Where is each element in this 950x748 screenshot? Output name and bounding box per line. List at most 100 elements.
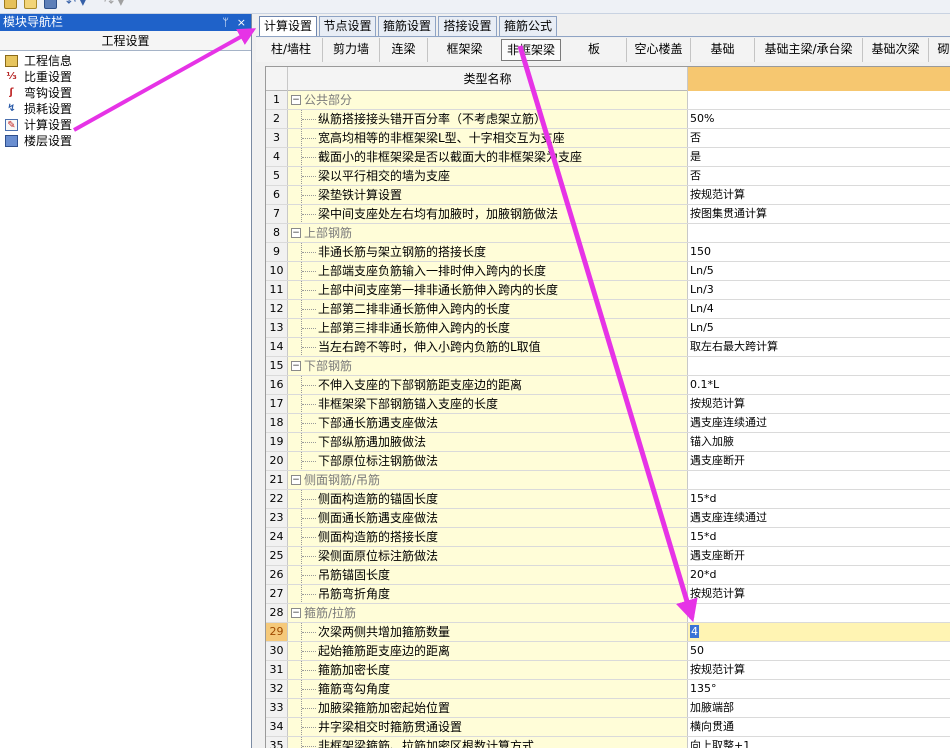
row-value-cell[interactable]: Ln/5 <box>688 262 950 280</box>
table-row[interactable]: 27 吊筋弯折角度 按规范计算 <box>266 585 950 604</box>
row-value-cell[interactable] <box>688 91 950 109</box>
table-row[interactable]: 2 纵筋搭接接头错开百分率（不考虑架立筋） 50% <box>266 110 950 129</box>
row-value-cell[interactable]: 50% <box>688 110 950 128</box>
row-value-cell[interactable]: 横向贯通 <box>688 718 950 736</box>
table-row[interactable]: 16 不伸入支座的下部钢筋距支座边的距离 0.1*L <box>266 376 950 395</box>
table-row[interactable]: 32 箍筋弯勾角度 135° <box>266 680 950 699</box>
grid-group-row[interactable]: 8− 上部钢筋 <box>266 224 950 243</box>
row-value-cell[interactable] <box>688 224 950 242</box>
row-value-cell[interactable]: 4 <box>688 623 950 641</box>
table-row[interactable]: 3 宽高均相等的非框架梁L型、十字相交互为支座 否 <box>266 129 950 148</box>
row-value-cell[interactable]: Ln/3 <box>688 281 950 299</box>
collapse-icon[interactable]: − <box>291 95 301 105</box>
close-icon[interactable]: × <box>237 14 246 31</box>
row-value-cell[interactable]: 150 <box>688 243 950 261</box>
table-row[interactable]: 7 梁中间支座处左右均有加腋时，加腋钢筋做法 按图集贯通计算 <box>266 205 950 224</box>
pin-icon[interactable]: ᛘ <box>222 14 229 31</box>
row-value-cell[interactable]: 按规范计算 <box>688 585 950 603</box>
row-value-cell[interactable]: 15*d <box>688 528 950 546</box>
row-value-cell[interactable]: 0.1*L <box>688 376 950 394</box>
table-row[interactable]: 34 井字梁相交时箍筋贯通设置 横向贯通 <box>266 718 950 737</box>
tab-slab[interactable]: 板 <box>562 38 626 62</box>
new-icon[interactable] <box>4 0 17 9</box>
table-row[interactable]: 29 次梁两侧共增加箍筋数量 4 <box>266 623 950 642</box>
row-value-cell[interactable]: 50 <box>688 642 950 660</box>
row-value-cell[interactable] <box>688 471 950 489</box>
grid-group-row[interactable]: 28− 箍筋/拉筋 <box>266 604 950 623</box>
row-value-cell[interactable] <box>688 357 950 375</box>
tab-masonry[interactable]: 砌 <box>928 38 950 62</box>
row-value-cell[interactable]: Ln/5 <box>688 319 950 337</box>
table-row[interactable]: 31 箍筋加密长度 按规范计算 <box>266 661 950 680</box>
table-row[interactable]: 4 截面小的非框架梁是否以截面大的非框架梁为支座 是 <box>266 148 950 167</box>
tab-calc-settings[interactable]: 计算设置 <box>259 16 317 37</box>
save-icon[interactable] <box>44 0 57 9</box>
nav-item-loss[interactable]: ↯ 损耗设置 <box>0 101 251 117</box>
table-row[interactable]: 9 非通长筋与架立钢筋的搭接长度 150 <box>266 243 950 262</box>
redo-icon[interactable]: ↷ ▾ <box>104 0 128 9</box>
table-row[interactable]: 33 加腋梁箍筋加密起始位置 加腋端部 <box>266 699 950 718</box>
table-row[interactable]: 5 梁以平行相交的墙为支座 否 <box>266 167 950 186</box>
row-value-cell[interactable]: 是 <box>688 148 950 166</box>
row-value-cell[interactable]: 加腋端部 <box>688 699 950 717</box>
table-row[interactable]: 26 吊筋锚固长度 20*d <box>266 566 950 585</box>
row-value-cell[interactable]: 遇支座连续通过 <box>688 414 950 432</box>
tab-shear-wall[interactable]: 剪力墙 <box>322 38 379 62</box>
undo-icon[interactable]: ↶ ▾ <box>66 0 90 9</box>
table-row[interactable]: 14 当左右跨不等时，伸入小跨内负筋的L取值 取左右最大跨计算 <box>266 338 950 357</box>
tab-column-wall-column[interactable]: 柱/墙柱 <box>260 38 322 62</box>
tab-foundation[interactable]: 基础 <box>690 38 754 62</box>
collapse-icon[interactable]: − <box>291 475 301 485</box>
table-row[interactable]: 17 非框架梁下部钢筋锚入支座的长度 按规范计算 <box>266 395 950 414</box>
nav-item-floor-settings[interactable]: 楼层设置 <box>0 133 251 149</box>
tab-non-frame-beam[interactable]: 非框架梁 <box>501 39 561 61</box>
row-value-cell[interactable]: 遇支座连续通过 <box>688 509 950 527</box>
grid-group-row[interactable]: 1− 公共部分 <box>266 91 950 110</box>
row-value-cell[interactable]: 15*d <box>688 490 950 508</box>
navigator-group-project-settings[interactable]: 工程设置 <box>0 31 251 51</box>
row-value-cell[interactable]: 20*d <box>688 566 950 584</box>
table-row[interactable]: 19 下部纵筋遇加腋做法 锚入加腋 <box>266 433 950 452</box>
collapse-icon[interactable]: − <box>291 608 301 618</box>
table-row[interactable]: 13 上部第三排非通长筋伸入跨内的长度 Ln/5 <box>266 319 950 338</box>
collapse-icon[interactable]: − <box>291 361 301 371</box>
row-value-cell[interactable]: 遇支座断开 <box>688 452 950 470</box>
row-value-cell[interactable]: 按规范计算 <box>688 186 950 204</box>
table-row[interactable]: 24 侧面构造筋的搭接长度 15*d <box>266 528 950 547</box>
table-row[interactable]: 6 梁垫铁计算设置 按规范计算 <box>266 186 950 205</box>
open-icon[interactable] <box>24 0 37 9</box>
grid-group-row[interactable]: 15− 下部钢筋 <box>266 357 950 376</box>
table-row[interactable]: 30 起始箍筋距支座边的距离 50 <box>266 642 950 661</box>
row-value-cell[interactable]: 向上取整+1 <box>688 737 950 748</box>
tab-stirrup-formula[interactable]: 箍筋公式 <box>499 16 557 36</box>
nav-item-calc-settings[interactable]: ✎ 计算设置 <box>0 117 251 133</box>
row-value-cell[interactable]: 按图集贯通计算 <box>688 205 950 223</box>
table-row[interactable]: 10 上部端支座负筋输入一排时伸入跨内的长度 Ln/5 <box>266 262 950 281</box>
tab-frame-beam[interactable]: 框架梁 <box>427 38 501 62</box>
row-value-cell[interactable]: 遇支座断开 <box>688 547 950 565</box>
collapse-icon[interactable]: − <box>291 228 301 238</box>
tab-foundation-main-beam[interactable]: 基础主梁/承台梁 <box>754 38 862 62</box>
row-value-cell[interactable]: 锚入加腋 <box>688 433 950 451</box>
grid-group-row[interactable]: 21− 侧面钢筋/吊筋 <box>266 471 950 490</box>
table-row[interactable]: 20 下部原位标注钢筋做法 遇支座断开 <box>266 452 950 471</box>
table-row[interactable]: 22 侧面构造筋的锚固长度 15*d <box>266 490 950 509</box>
row-value-cell[interactable]: 否 <box>688 129 950 147</box>
nav-item-density[interactable]: ⅓ 比重设置 <box>0 69 251 85</box>
tab-node-settings[interactable]: 节点设置 <box>319 16 376 36</box>
table-row[interactable]: 23 侧面通长筋遇支座做法 遇支座连续通过 <box>266 509 950 528</box>
nav-item-project-info[interactable]: 工程信息 <box>0 53 251 69</box>
tab-coupling-beam[interactable]: 连梁 <box>379 38 427 62</box>
table-row[interactable]: 35 非框架梁箍筋、拉筋加密区根数计算方式 向上取整+1 <box>266 737 950 748</box>
tab-stirrup-settings[interactable]: 箍筋设置 <box>378 16 436 36</box>
table-row[interactable]: 11 上部中间支座第一排非通长筋伸入跨内的长度 Ln/3 <box>266 281 950 300</box>
row-value-cell[interactable]: Ln/4 <box>688 300 950 318</box>
row-value-cell[interactable]: 按规范计算 <box>688 395 950 413</box>
row-value-cell[interactable]: 135° <box>688 680 950 698</box>
row-value-cell[interactable]: 取左右最大跨计算 <box>688 338 950 356</box>
nav-item-hook[interactable]: ʃ 弯钩设置 <box>0 85 251 101</box>
tab-foundation-secondary-beam[interactable]: 基础次梁 <box>862 38 928 62</box>
row-value-cell[interactable]: 否 <box>688 167 950 185</box>
tab-hollow-slab[interactable]: 空心楼盖 <box>626 38 690 62</box>
tab-lap-settings[interactable]: 搭接设置 <box>438 16 497 36</box>
